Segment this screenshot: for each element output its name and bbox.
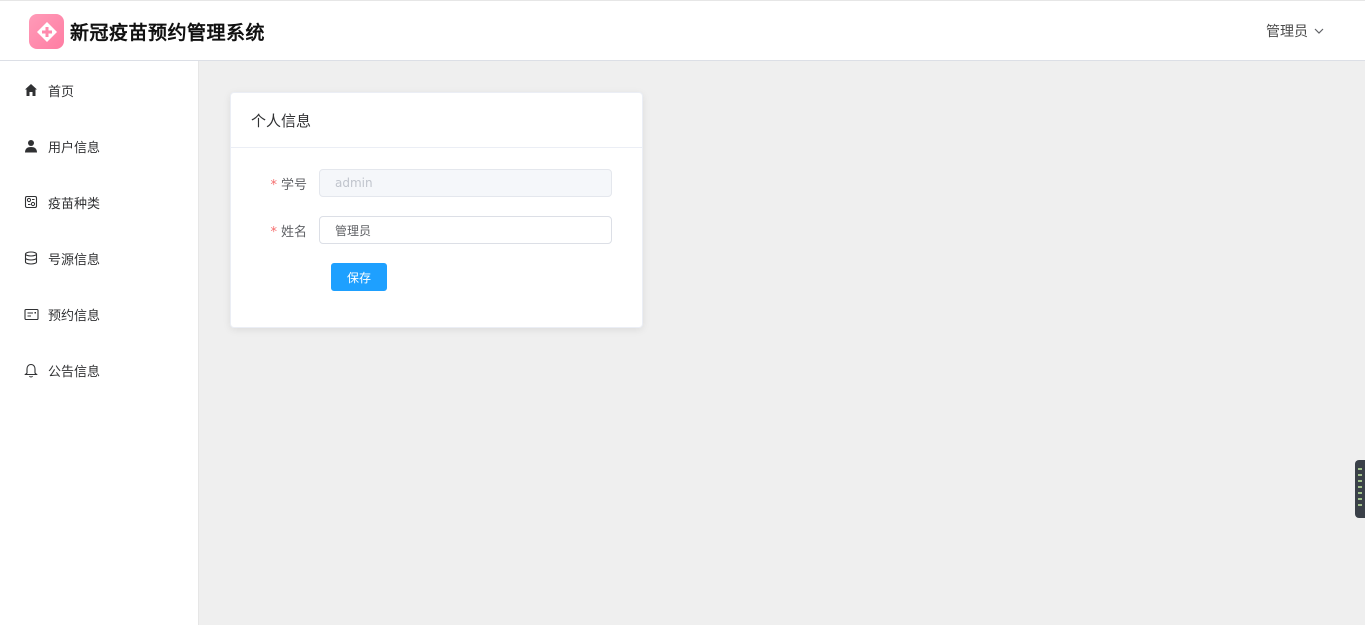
required-mark: *: [270, 177, 277, 193]
save-button[interactable]: 保存: [331, 263, 387, 291]
sidebar-item-label: 预约信息: [48, 308, 101, 324]
sidebar-item-home[interactable]: 首页: [0, 62, 198, 118]
sidebar-item-label: 疫苗种类: [48, 196, 101, 212]
user-dropdown[interactable]: 管理员: [1266, 21, 1325, 41]
user-icon: [23, 138, 39, 154]
home-icon: [23, 82, 39, 98]
student-id-row: * 学号: [231, 169, 644, 197]
profile-card: 个人信息 *学号 *姓名 保存: [230, 92, 643, 328]
sidebar-item-announcements[interactable]: 公告信息: [0, 342, 198, 398]
chevron-down-icon: [1314, 28, 1324, 34]
top-header: 新冠疫苗预约管理系统 管理员: [0, 0, 1365, 61]
name-label: * 姓名: [270, 224, 307, 240]
sidebar-item-vaccine-types[interactable]: 疫苗种类: [0, 174, 198, 230]
sidebar-item-appointments[interactable]: 预约信息: [0, 286, 198, 342]
name-row: * 姓名: [231, 216, 644, 244]
student-id-label: * 学号: [270, 177, 307, 193]
app-title: 新冠疫苗预约管理系统: [70, 22, 266, 44]
required-mark: *: [270, 224, 277, 240]
database-icon: [23, 250, 39, 266]
medical-cross-icon: [29, 14, 64, 49]
name-input[interactable]: [319, 216, 612, 244]
main-content: 个人信息 *学号 *姓名 保存: [199, 61, 1365, 625]
logo: 新冠疫苗预约管理系统: [29, 14, 265, 49]
vaccine-type-icon: [23, 194, 39, 210]
sidebar-item-label: 公告信息: [48, 364, 101, 380]
student-id-input: [319, 169, 612, 197]
bell-icon: [23, 362, 39, 378]
floating-side-widget[interactable]: [1355, 460, 1365, 518]
sidebar-item-slot-info[interactable]: 号源信息: [0, 230, 198, 286]
sidebar-item-label: 首页: [48, 84, 75, 100]
sidebar-item-user-info[interactable]: 用户信息: [0, 118, 198, 174]
sidebar-item-label: 号源信息: [48, 252, 101, 268]
card-title: 个人信息: [231, 93, 642, 148]
id-card-icon: [23, 306, 39, 322]
sidebar: 首页 用户信息 疫苗种类 号源信息 预约信息 公告信息: [0, 61, 199, 625]
sidebar-item-label: 用户信息: [48, 140, 101, 156]
user-name: 管理员: [1266, 24, 1308, 40]
